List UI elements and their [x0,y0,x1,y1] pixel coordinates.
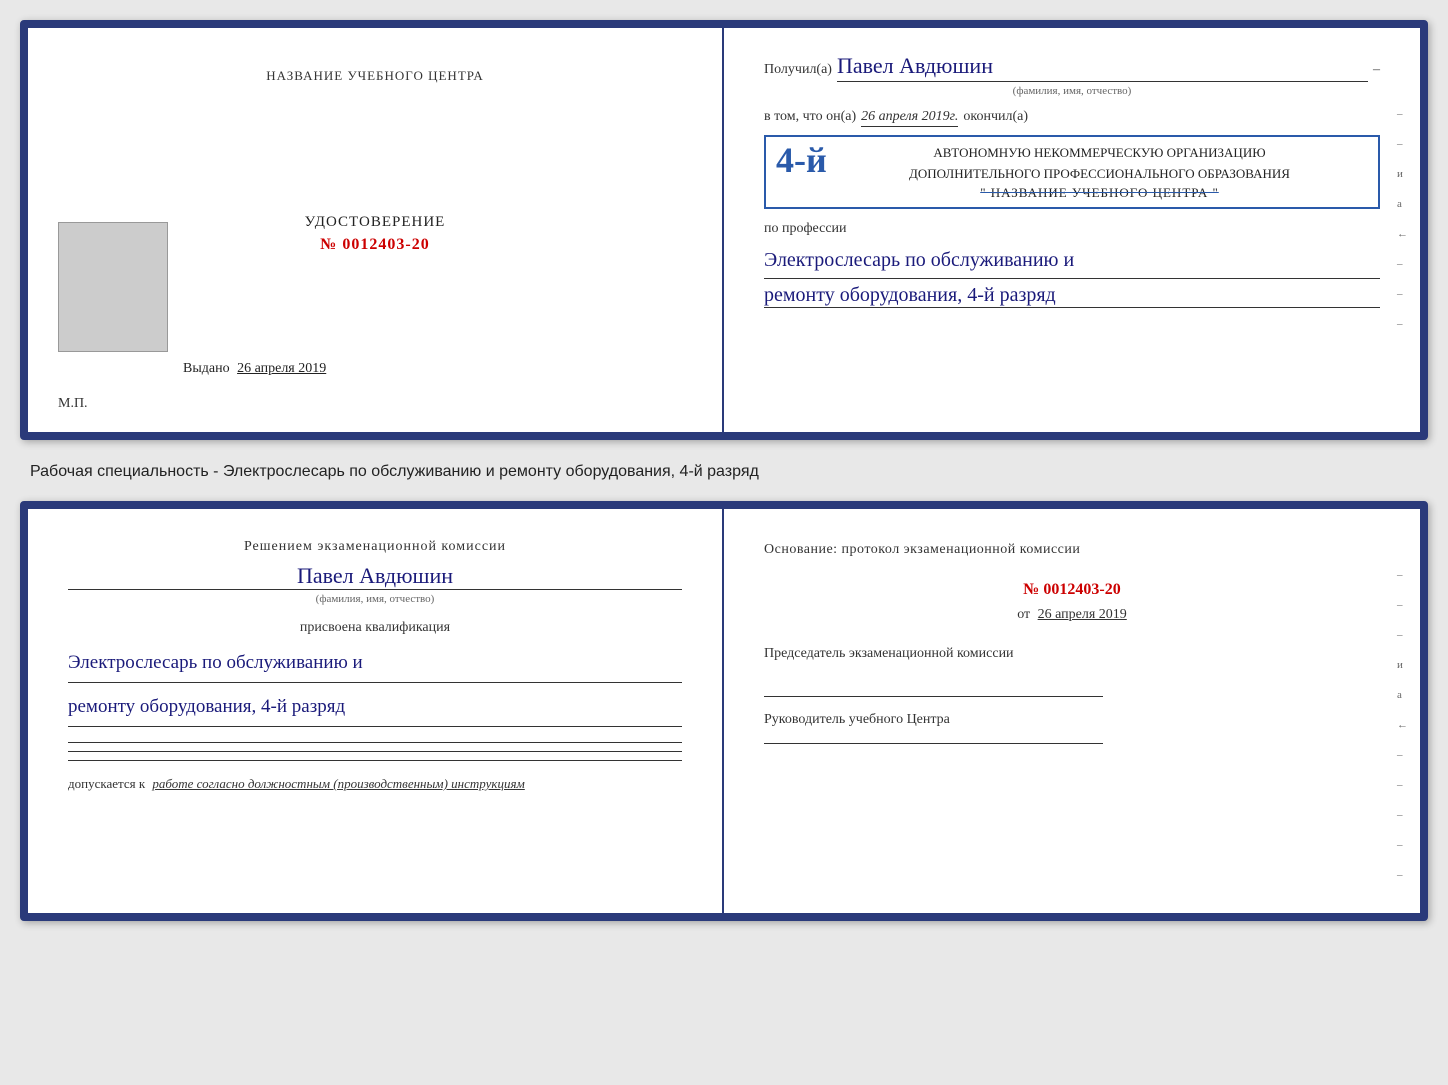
top-left-title: НАЗВАНИЕ УЧЕБНОГО ЦЕНТРА [266,68,483,84]
vydano-label: Выдано [183,361,230,376]
document-top: НАЗВАНИЕ УЧЕБНОГО ЦЕНТРА УДОСТОВЕРЕНИЕ №… [20,20,1428,440]
razryad-big: 4-й [776,139,827,181]
resheniem-label: Решением экзаменационной комиссии [68,539,682,555]
qualification-line1: Электрослесарь по обслуживанию и [68,644,682,683]
document-bottom: Решением экзаменационной комиссии Павел … [20,501,1428,921]
rukovoditel-sign-line [764,743,1103,744]
sign-line-2 [68,751,682,752]
po-professii-label: по профессии [764,221,1380,237]
sign-line-3 [68,760,682,761]
ot-date-line: от 26 апреля 2019 [764,607,1380,623]
prisvoena-label: присвоена квалификация [68,620,682,636]
bottom-left-page: Решением экзаменационной комиссии Павел … [28,509,724,913]
org-name: " НАЗВАНИЕ УЧЕБНОГО ЦЕНТРА " [831,185,1368,201]
side-dashes-bottom: – – – и а ← – – – – – [1397,569,1408,881]
mp-label: М.П. [58,396,88,412]
top-left-page: НАЗВАНИЕ УЧЕБНОГО ЦЕНТРА УДОСТОВЕРЕНИЕ №… [28,28,724,432]
poluchil-line: Получил(а) Павел Авдюшин – [764,53,1380,82]
dopuskaetsya-row: допускается к работе согласно должностны… [68,776,682,792]
between-label: Рабочая специальность - Электрослесарь п… [20,458,1428,483]
ot-date: 26 апреля 2019 [1038,607,1127,622]
ot-label: от [1017,607,1030,622]
protocol-number-bottom: № 0012403-20 [764,581,1380,599]
dopuskaetsya-value: работе согласно должностным (производств… [152,776,524,791]
predsedatel-sign-line [764,696,1103,697]
rukovoditel-label: Руководитель учебного Центра [764,709,1380,731]
profession-line2-top: ремонту оборудования, 4-й разряд [764,284,1380,308]
stamp-box: 4-й АВТОНОМНУЮ НЕКОММЕРЧЕСКУЮ ОРГАНИЗАЦИ… [764,135,1380,209]
udostoverenie-number: № 0012403-20 [305,236,446,254]
vydano-line: Выдано 26 апреля 2019 [183,361,326,377]
name-hint-top: (фамилия, имя, отчество) [764,85,1380,97]
v-tom-label: в том, что он(а) [764,109,856,125]
sign-line-1 [68,742,682,743]
dopuskaetsya-label: допускается к [68,776,145,791]
recipient-name-top: Павел Авдюшин [837,53,1368,82]
name-hint-bottom: (фамилия, имя, отчество) [68,593,682,605]
org-line2: ДОПОЛНИТЕЛЬНОГО ПРОФЕССИОНАЛЬНОГО ОБРАЗО… [831,164,1368,185]
profession-line1-top: Электрослесарь по обслуживанию и [764,242,1380,279]
completion-date: 26 апреля 2019г. [861,109,958,127]
predsedatel-label: Председатель экзаменационной комиссии [764,643,1380,665]
dash-top: – [1373,62,1380,78]
top-right-page: Получил(а) Павел Авдюшин – (фамилия, имя… [724,28,1420,432]
recipient-name-bottom: Павел Авдюшин [68,563,682,590]
osnovanie-label: Основание: протокол экзаменационной коми… [764,539,1380,561]
page-container: НАЗВАНИЕ УЧЕБНОГО ЦЕНТРА УДОСТОВЕРЕНИЕ №… [20,20,1428,921]
vydano-date: 26 апреля 2019 [237,361,326,376]
okончil-label: окончил(а) [963,109,1028,125]
side-dashes-top: – – и а ← – – – [1397,108,1408,330]
bottom-right-page: Основание: протокол экзаменационной коми… [724,509,1420,913]
poluchil-label: Получил(а) [764,62,832,78]
v-tom-row: в том, что он(а) 26 апреля 2019г. окончи… [764,109,1380,127]
qualification-line2: ремонту оборудования, 4-й разряд [68,688,682,727]
photo-placeholder [58,222,168,352]
udostoverenie-label: УДОСТОВЕРЕНИЕ [305,214,446,231]
org-line1: АВТОНОМНУЮ НЕКОММЕРЧЕСКУЮ ОРГАНИЗАЦИЮ [831,143,1368,164]
